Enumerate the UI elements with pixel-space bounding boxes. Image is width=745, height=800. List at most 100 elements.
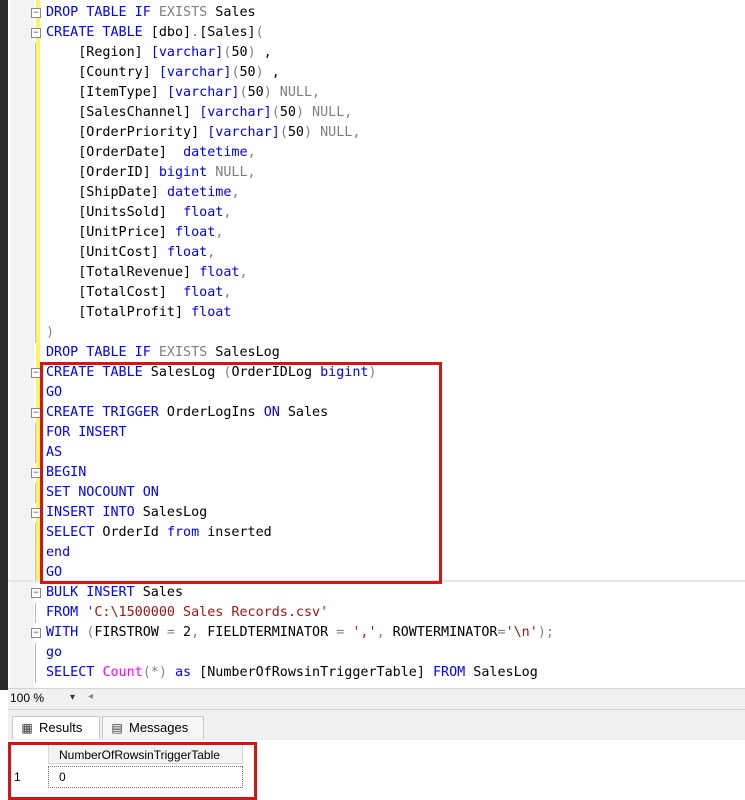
code-token: [varchar] — [199, 105, 272, 120]
scroll-left-icon[interactable]: ◂ — [88, 691, 93, 702]
code-token: [TotalRevenue] — [46, 265, 200, 280]
code-token: , — [191, 625, 200, 640]
outline-guide — [35, 83, 36, 103]
code-token: , — [255, 45, 272, 60]
code-line[interactable]: [ShipDate] datetime, — [35, 183, 554, 203]
collapse-icon[interactable]: − — [31, 628, 41, 638]
code-line[interactable]: [ItemType] [varchar](50) NULL, — [35, 83, 554, 103]
code-token: 50 — [247, 85, 264, 100]
zoom-level[interactable]: 100 % — [10, 691, 44, 705]
code-token: [Country] — [46, 65, 159, 80]
code-token: ROWTERMINATOR — [384, 625, 498, 640]
outline-guide — [35, 483, 36, 503]
code-line[interactable]: go — [35, 643, 554, 663]
outline-guide — [35, 323, 36, 343]
code-line[interactable]: ) — [35, 323, 554, 343]
outline-guide — [35, 63, 36, 83]
tab-results[interactable]: ▦ Results — [12, 716, 100, 739]
outline-guide — [35, 303, 36, 323]
code-token: , — [263, 65, 280, 80]
code-token: go — [46, 645, 63, 660]
code-line[interactable]: [Country] [varchar](50) , — [35, 63, 554, 83]
left-dock-strip — [0, 0, 8, 690]
code-line[interactable]: [UnitPrice] float, — [35, 223, 554, 243]
code-token: float — [191, 305, 232, 320]
outline-guide — [35, 163, 36, 183]
code-token: Sales — [207, 5, 256, 20]
outline-guide — [35, 203, 36, 223]
code-line[interactable]: FROM 'C:\1500000 Sales Records.csv' — [35, 603, 554, 623]
code-token: 'C:\1500000 Sales Records.csv' — [86, 605, 329, 620]
zoom-bar: 100 % ▾ ◂ — [8, 688, 745, 710]
code-token: Sales — [134, 585, 184, 600]
code-token: [TotalCost] — [46, 285, 184, 300]
code-line[interactable]: [TotalProfit] float — [35, 303, 554, 323]
collapse-icon[interactable]: − — [31, 28, 41, 38]
code-token: [OrderID] — [46, 165, 159, 180]
code-token: float — [199, 265, 240, 280]
code-line[interactable]: [SalesChannel] [varchar](50) NULL, — [35, 103, 554, 123]
code-line[interactable]: SELECT Count(*) as [NumberOfRowsinTrigge… — [35, 663, 554, 683]
code-token: , — [239, 265, 248, 280]
code-token: ); — [537, 625, 554, 640]
code-token: [TotalProfit] — [46, 305, 192, 320]
code-line[interactable]: − CREATE TABLE [dbo].[Sales]( — [31, 23, 554, 43]
outline-guide — [35, 183, 36, 203]
outline-guide — [35, 603, 36, 623]
code-token: [Region] — [46, 45, 151, 60]
highlight-box-results — [8, 742, 257, 800]
code-token: SalesLog — [465, 665, 538, 680]
code-token: ) NULL, — [304, 125, 361, 140]
code-token: 2 — [175, 625, 192, 640]
code-token: float — [183, 205, 224, 220]
tab-results-label: Results — [39, 720, 83, 735]
code-token: [OrderPriority] — [46, 125, 208, 140]
outline-guide — [35, 223, 36, 243]
code-line[interactable]: [TotalRevenue] float, — [35, 263, 554, 283]
code-line[interactable]: − WITH (FIRSTROW = 2, FIELDTERMINATOR = '… — [31, 623, 554, 643]
collapse-icon[interactable]: − — [31, 588, 41, 598]
code-token: , — [223, 285, 232, 300]
code-token: CREATE TABLE — [46, 25, 143, 40]
code-line[interactable]: [OrderDate] datetime, — [35, 143, 554, 163]
outline-guide — [35, 443, 36, 463]
code-token: 50 — [231, 45, 248, 60]
code-token: as — [175, 665, 192, 680]
tab-messages[interactable]: ▤ Messages — [102, 716, 204, 739]
code-token: [varchar] — [158, 65, 232, 80]
code-line[interactable]: [Region] [varchar](50) , — [35, 43, 554, 63]
code-token: bigint — [158, 165, 208, 180]
code-token: ( — [271, 105, 280, 120]
outline-guide — [35, 423, 36, 443]
code-line[interactable]: [UnitCost] float, — [35, 243, 554, 263]
code-token: WITH — [46, 625, 87, 640]
code-token: FROM — [432, 665, 466, 680]
code-line[interactable]: [OrderID] bigint NULL, — [35, 163, 554, 183]
code-line[interactable]: DROP TABLE IF EXISTS SalesLog — [46, 343, 554, 363]
collapse-icon[interactable]: − — [31, 8, 41, 18]
code-token: (*) — [142, 665, 167, 680]
code-token: 50 — [279, 105, 296, 120]
code-token: [NumberOfRowsinTriggerTable] — [191, 665, 433, 680]
outline-guide — [35, 263, 36, 283]
query-editor[interactable]: − DROP TABLE IF EXISTS Sales − CREATE TABLE… — [8, 0, 745, 688]
outline-guide — [35, 523, 36, 543]
code-line[interactable]: − BULK INSERT Sales — [31, 583, 554, 603]
code-line[interactable]: [UnitsSold] float, — [35, 203, 554, 223]
outline-guide — [35, 103, 36, 123]
code-token: [UnitCost] — [46, 245, 167, 260]
code-token: FROM — [46, 605, 87, 620]
code-line[interactable]: − DROP TABLE IF EXISTS Sales — [31, 3, 554, 23]
code-token: FIRSTROW — [94, 625, 167, 640]
code-token: [varchar] — [207, 125, 280, 140]
tab-messages-label: Messages — [129, 720, 189, 735]
code-token: ( — [255, 25, 264, 40]
code-line[interactable]: [OrderPriority] [varchar](50) NULL, — [35, 123, 554, 143]
code-token: SELECT — [46, 665, 103, 680]
chevron-down-icon[interactable]: ▾ — [70, 692, 75, 703]
code-token: 50 — [239, 65, 256, 80]
code-token: ) — [46, 325, 55, 340]
code-token: [OrderDate] — [46, 145, 184, 160]
code-token: datetime — [183, 145, 248, 160]
code-line[interactable]: [TotalCost] float, — [35, 283, 554, 303]
